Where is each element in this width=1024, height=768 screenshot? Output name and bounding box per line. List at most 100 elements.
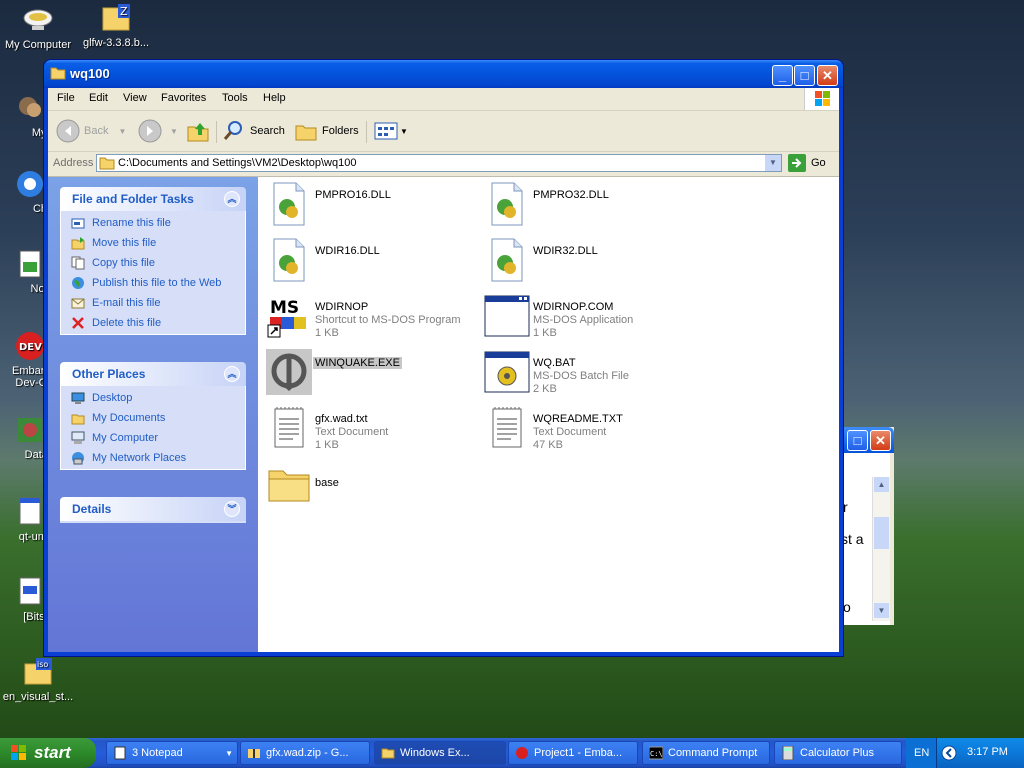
address-value: C:\Documents and Settings\VM2\Desktop\wq…	[118, 157, 357, 169]
task-windows-explorer[interactable]: Windows Ex...	[374, 741, 506, 765]
task-label: Move this file	[92, 237, 157, 249]
start-label: start	[34, 743, 71, 762]
close-button[interactable]: ✕	[817, 65, 838, 86]
menu-tools[interactable]: Tools	[222, 92, 248, 104]
file-name: WDIR32.DLL	[533, 245, 598, 257]
task-label: Windows Ex...	[400, 747, 470, 759]
forward-dropdown-icon[interactable]: ▼	[170, 127, 178, 136]
file-item-wdir16[interactable]: WDIR16.DLL	[262, 235, 474, 287]
address-input[interactable]: C:\Documents and Settings\VM2\Desktop\wq…	[96, 154, 782, 172]
task-publish-web[interactable]: Publish this file to the Web	[71, 274, 221, 292]
calculator-icon	[781, 745, 795, 761]
file-item-pmpro32[interactable]: PMPRO32.DLL	[480, 179, 692, 231]
chrome-icon	[14, 168, 46, 200]
place-label: Desktop	[92, 392, 133, 404]
place-desktop[interactable]: Desktop	[71, 389, 132, 407]
task-move-file[interactable]: Move this file	[71, 234, 156, 252]
clock[interactable]: 3:17 PM	[967, 746, 1008, 758]
views-dropdown-icon[interactable]: ▼	[400, 127, 408, 136]
task-email-file[interactable]: E-mail this file	[71, 294, 160, 312]
task-rename-file[interactable]: Rename this file	[71, 214, 171, 232]
background-close-button[interactable]: ✕	[870, 430, 891, 451]
desktop-icon-my-computer[interactable]: My Computer	[0, 4, 76, 51]
menu-favorites[interactable]: Favorites	[161, 92, 206, 104]
file-item-gfx-wad-txt[interactable]: gfx.wad.txt Text Document 1 KB	[262, 403, 474, 455]
expand-chevron-icon[interactable]: ︾	[224, 501, 240, 517]
go-label: Go	[811, 157, 826, 169]
minimize-button[interactable]: _	[772, 65, 793, 86]
file-list: PMPRO16.DLL PMPRO32.DLL WDIR16.DLL WDIR3…	[258, 177, 839, 652]
task-command-prompt[interactable]: C:\ Command Prompt	[642, 741, 770, 765]
file-type: Text Document	[533, 426, 607, 438]
place-my-network-places[interactable]: My Network Places	[71, 449, 186, 467]
file-item-wqreadme[interactable]: WQREADME.TXT Text Document 47 KB	[480, 403, 692, 455]
task-notepad[interactable]: 3 Notepad ▼	[106, 741, 238, 765]
file-name: WDIRNOP	[315, 301, 369, 313]
tray-back-arrow-icon[interactable]	[941, 745, 957, 761]
dll-icon	[266, 237, 312, 283]
title-bar[interactable]: wq100 _ □ ✕	[44, 60, 843, 88]
desktop-icon-label: en_visual_st...	[2, 691, 74, 703]
go-arrow-icon	[788, 154, 806, 172]
file-item-wq-bat[interactable]: WQ.BAT MS-DOS Batch File 2 KB	[480, 347, 692, 399]
other-places-header[interactable]: Other Places ︽	[60, 362, 246, 386]
place-label: My Computer	[92, 432, 159, 444]
task-copy-file[interactable]: Copy this file	[71, 254, 155, 272]
task-project1[interactable]: Project1 - Emba...	[508, 741, 638, 765]
zip-folder-icon: Z	[100, 2, 132, 34]
background-text-2: st a	[841, 531, 864, 547]
menu-edit[interactable]: Edit	[89, 92, 108, 104]
collapse-chevron-icon[interactable]: ︽	[224, 191, 240, 207]
start-button[interactable]: start	[0, 738, 96, 768]
menu-help[interactable]: Help	[263, 92, 286, 104]
menu-view[interactable]: View	[123, 92, 147, 104]
task-delete-file[interactable]: Delete this file	[71, 314, 161, 332]
email-icon	[71, 296, 85, 310]
maximize-button[interactable]: □	[794, 65, 815, 86]
desktop-icon-en-visual[interactable]: iso en_visual_st...	[0, 656, 76, 703]
task-calculator-plus[interactable]: Calculator Plus	[774, 741, 902, 765]
folders-button[interactable]: Folders	[294, 119, 359, 143]
document-icon	[14, 576, 46, 608]
installer-icon	[14, 496, 46, 528]
back-dropdown-icon[interactable]: ▼	[118, 127, 126, 136]
file-item-wdir32[interactable]: WDIR32.DLL	[480, 235, 692, 287]
place-my-computer[interactable]: My Computer	[71, 429, 158, 447]
views-button[interactable]: ▼	[374, 119, 408, 143]
forward-button[interactable]: ▼	[138, 119, 178, 143]
background-scrollbar[interactable]: ▲ ▼	[872, 477, 890, 621]
desktop-icon-glfw[interactable]: Z glfw-3.3.8.b...	[78, 2, 154, 49]
go-button[interactable]: Go	[788, 154, 826, 172]
back-button[interactable]: Back ▼	[56, 119, 126, 143]
svg-text:Z: Z	[120, 5, 128, 18]
place-label: My Network Places	[92, 452, 187, 464]
windows-logo-icon	[804, 88, 839, 110]
search-button[interactable]: Search	[222, 119, 285, 143]
file-name: WDIRNOP.COM	[533, 301, 614, 313]
file-folder-tasks-header[interactable]: File and Folder Tasks ︽	[60, 187, 246, 211]
file-item-wdirnop-shortcut[interactable]: MS WDIRNOP Shortcut to MS-DOS Program 1 …	[262, 291, 474, 343]
network-icon	[71, 451, 85, 465]
delete-icon	[71, 316, 85, 330]
background-maximize-button[interactable]: □	[847, 430, 868, 451]
details-header[interactable]: Details ︾	[60, 497, 246, 521]
collapse-chevron-icon[interactable]: ︽	[224, 366, 240, 382]
my-computer-icon	[71, 431, 85, 445]
language-indicator[interactable]: EN	[906, 738, 936, 768]
explorer-window[interactable]: wq100 _ □ ✕ File Edit View Favorites Too…	[44, 60, 843, 656]
search-icon	[223, 121, 242, 140]
address-dropdown-button[interactable]: ▼	[765, 155, 781, 171]
my-documents-icon	[71, 411, 85, 425]
place-my-documents[interactable]: My Documents	[71, 409, 165, 427]
datawa-icon	[14, 414, 46, 446]
file-item-base-folder[interactable]: base	[262, 459, 474, 511]
up-folder-button[interactable]	[186, 119, 210, 143]
task-gfx-wad-zip[interactable]: gfx.wad.zip - G...	[240, 741, 370, 765]
file-item-pmpro16[interactable]: PMPRO16.DLL	[262, 179, 474, 231]
background-window[interactable]: □ ✕ r st a o ▲ ▼	[841, 427, 894, 625]
file-item-wdirnop-com[interactable]: WDIRNOP.COM MS-DOS Application 1 KB	[480, 291, 692, 343]
file-item-winquake[interactable]: WINQUAKE.EXE	[262, 347, 474, 399]
menu-file[interactable]: File	[57, 92, 75, 104]
globe-icon	[71, 276, 85, 290]
address-bar: Address C:\Documents and Settings\VM2\De…	[48, 152, 839, 177]
